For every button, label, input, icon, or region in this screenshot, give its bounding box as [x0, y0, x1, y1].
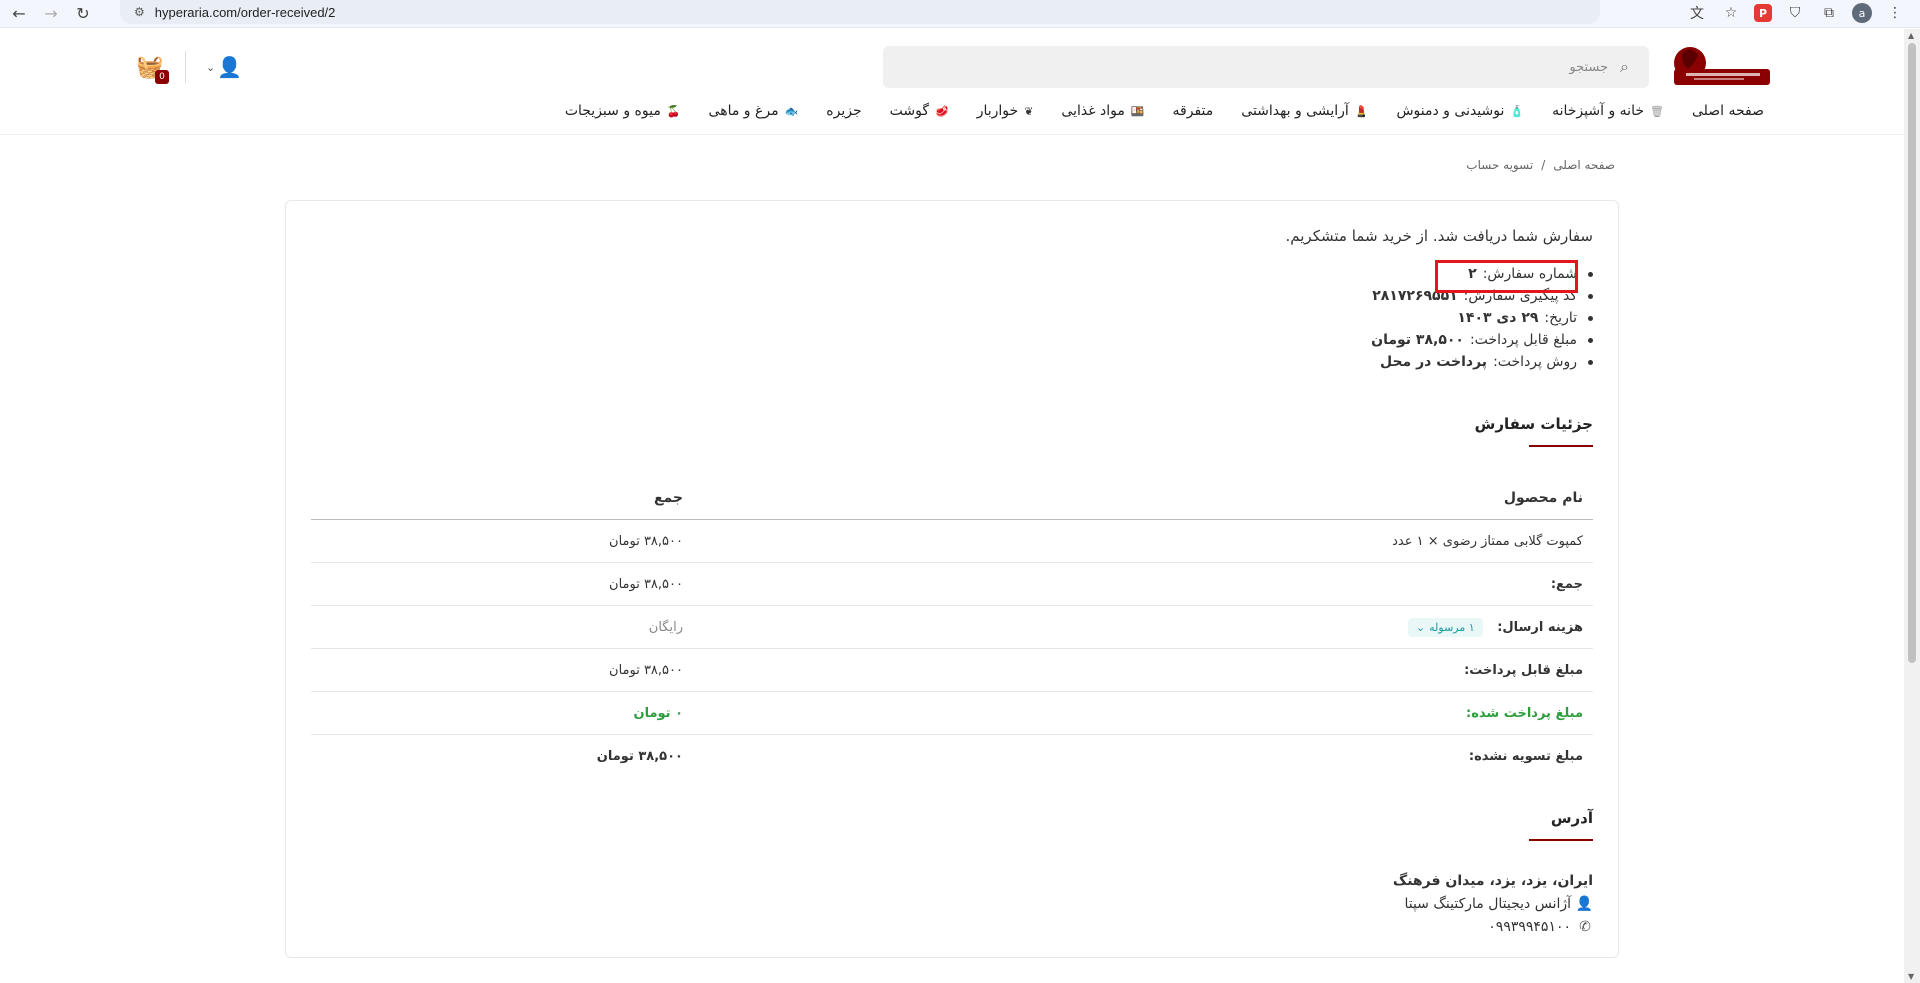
breadcrumb-current: تسویه حساب — [1466, 158, 1534, 172]
shipping-cell: هزینه ارسال: ۱ مرسوله ⌄ — [683, 617, 1593, 637]
forward-icon[interactable]: → — [38, 2, 64, 26]
header-total: جمع — [653, 490, 683, 506]
nav-item-drinks[interactable]: 🧴 نوشیدنی و دمنوش — [1396, 103, 1524, 119]
site-logo[interactable] — [1664, 43, 1772, 91]
nav-item-misc[interactable]: متفرقه — [1173, 103, 1214, 119]
search-box[interactable]: ⌕ — [883, 46, 1649, 88]
nav-item-island[interactable]: جزیره — [826, 103, 861, 119]
grain-icon: ❦ — [1024, 104, 1034, 118]
address-name: آژانس دیجیتال مارکتینگ سپتا — [1404, 895, 1571, 912]
table-row: مبلغ تسویه نشده: ۳۸,۵۰۰ تومان — [311, 735, 1593, 778]
breadcrumb: صفحه اصلی / تسویه حساب — [1466, 158, 1615, 172]
paid-label: مبلغ پرداخت شده: — [1466, 705, 1583, 721]
scrollbar-thumb[interactable] — [1908, 43, 1916, 663]
nav-item-home[interactable]: صفحه اصلی — [1692, 103, 1764, 119]
order-number-highlight — [1435, 260, 1578, 293]
bookmark-star-icon[interactable]: ☆ — [1720, 2, 1742, 24]
cart-count-badge: 0 — [155, 70, 169, 84]
nav-item-home-kitchen[interactable]: 🗑 خانه و آشپزخانه — [1552, 103, 1664, 119]
cosmetic-icon: 💄 — [1354, 104, 1369, 118]
cart-button[interactable]: 🧺 0 — [135, 52, 169, 84]
table-row: مبلغ قابل پرداخت: ۳۸,۵۰۰ تومان — [311, 649, 1593, 692]
nav-item-fruits[interactable]: 🍒 میوه و سبزیجات — [565, 103, 681, 119]
nav-item-food[interactable]: 🍱 مواد غذایی — [1061, 103, 1144, 119]
table-header: نام محصول جمع — [311, 477, 1593, 520]
subtotal-value: ۳۸,۵۰۰ تومان — [609, 576, 683, 592]
payment-method-item: روش پرداخت: پرداخت در محل — [1371, 351, 1593, 373]
table-row: جمع: ۳۸,۵۰۰ تومان — [311, 563, 1593, 606]
paid-value: ۰ تومان — [633, 705, 683, 721]
payable-value: ۳۸,۵۰۰ تومان — [609, 662, 683, 678]
chevron-down-icon: ⌄ — [206, 60, 216, 74]
address-bar[interactable]: ⚙ hyperaria.com/order-received/2 — [120, 0, 1600, 24]
unpaid-label: مبلغ تسویه نشده: — [1468, 749, 1583, 764]
order-total-item: مبلغ قابل پرداخت: ۳۸,۵۰۰ تومان — [1371, 329, 1593, 351]
shipment-dropdown[interactable]: ۱ مرسوله ⌄ — [1407, 617, 1483, 637]
back-icon[interactable]: ← — [6, 2, 32, 26]
user-icon: 👤 — [217, 55, 243, 79]
shipping-label: هزینه ارسال: — [1497, 619, 1583, 635]
translate-icon[interactable]: 文 — [1686, 2, 1708, 24]
breadcrumb-separator: / — [1541, 158, 1546, 172]
phone-icon: ✆ — [1579, 918, 1591, 935]
site-settings-icon[interactable]: ⚙ — [134, 5, 145, 19]
scroll-up-icon[interactable]: ▲ — [1908, 31, 1914, 40]
menu-kebab-icon[interactable]: ⋮ — [1884, 2, 1906, 24]
order-details-title: جزئیات سفارش — [1475, 415, 1594, 447]
address-name-line: 👤 آژانس دیجیتال مارکتینگ سپتا — [1393, 892, 1593, 915]
page-scrollbar[interactable]: ▲ ▼ — [1904, 29, 1920, 983]
account-menu[interactable]: ⌄ 👤 — [206, 55, 242, 79]
payable-label: مبلغ قابل پرداخت: — [1464, 662, 1583, 678]
address-title: آدرس — [1528, 809, 1594, 841]
url-text[interactable]: hyperaria.com/order-received/2 — [155, 5, 336, 20]
scroll-down-icon[interactable]: ▼ — [1908, 972, 1914, 981]
site-header: ⌕ 🧺 0 ⌄ 👤 صفحه اصلی 🗑خانه و آشپزخانه 🧴نو… — [0, 29, 1904, 135]
header-product: نام محصول — [1503, 490, 1583, 506]
order-details-table: نام محصول جمع کمپوت گلابی ممتاز رضوی × ۱… — [311, 477, 1593, 778]
profile-avatar[interactable]: a — [1852, 3, 1872, 23]
meat-icon: 🥩 — [935, 104, 949, 118]
fish-icon: 🐟 — [784, 104, 799, 118]
address-phone: ۰۹۹۳۹۹۴۵۱۰۰ — [1488, 918, 1571, 935]
shield-extension-icon[interactable]: ⛉ — [1784, 2, 1806, 24]
header-divider — [185, 51, 186, 83]
order-received-card: سفارش شما دریافت شد. از خرید شما متشکریم… — [285, 200, 1619, 958]
address-location: ایران، یزد، یزد، میدان فرهنگ — [1392, 872, 1593, 889]
nav-item-meat[interactable]: 🥩 گوشت — [890, 103, 949, 119]
nav-item-groceries[interactable]: ❦ خواربار — [977, 103, 1034, 119]
address-block: ایران، یزد، یزد، میدان فرهنگ 👤 آژانس دیج… — [1393, 869, 1593, 938]
extensions-puzzle-icon[interactable]: ⧉ — [1818, 2, 1840, 24]
reload-icon[interactable]: ↻ — [70, 2, 96, 26]
product-total: ۳۸,۵۰۰ تومان — [609, 533, 683, 549]
search-icon[interactable]: ⌕ — [1620, 57, 1629, 77]
nav-item-chicken-fish[interactable]: 🐟 مرغ و ماهی — [709, 103, 799, 119]
chevron-down-icon: ⌄ — [1415, 620, 1426, 634]
thank-you-message: سفارش شما دریافت شد. از خرید شما متشکریم… — [1285, 227, 1594, 245]
fruit-icon: 🍒 — [666, 104, 681, 118]
table-row: مبلغ پرداخت شده: ۰ تومان — [311, 692, 1593, 735]
unpaid-value: ۳۸,۵۰۰ تومان — [596, 749, 683, 764]
table-row: کمپوت گلابی ممتاز رضوی × ۱ عدد ۳۸,۵۰۰ تو… — [311, 520, 1593, 563]
food-icon: 🍱 — [1130, 104, 1145, 118]
table-row: هزینه ارسال: ۱ مرسوله ⌄ رایگان — [311, 606, 1593, 649]
browser-toolbar: ← → ↻ ⚙ hyperaria.com/order-received/2 文… — [0, 0, 1920, 28]
search-input[interactable] — [1008, 59, 1609, 75]
main-nav: صفحه اصلی 🗑 خانه و آشپزخانه 🧴 نوشیدنی و دم… — [565, 103, 1764, 119]
extension-p-icon[interactable]: P — [1754, 4, 1772, 22]
product-name[interactable]: کمپوت گلابی ممتاز رضوی × ۱ عدد — [683, 534, 1593, 549]
address-phone-line: ✆ ۰۹۹۳۹۹۴۵۱۰۰ — [1393, 915, 1593, 938]
subtotal-label: جمع: — [1550, 576, 1583, 592]
breadcrumb-home[interactable]: صفحه اصلی — [1553, 158, 1615, 172]
nav-item-cosmetics[interactable]: 💄 آرایشی و بهداشتی — [1241, 103, 1368, 119]
order-date-item: تاریخ: ۲۹ دی ۱۴۰۳ — [1371, 307, 1593, 329]
bottle-icon: 🧴 — [1510, 104, 1525, 118]
user-icon: 👤 — [1575, 895, 1593, 912]
shipping-value: رایگان — [648, 619, 683, 635]
trash-icon: 🗑 — [1649, 104, 1664, 118]
